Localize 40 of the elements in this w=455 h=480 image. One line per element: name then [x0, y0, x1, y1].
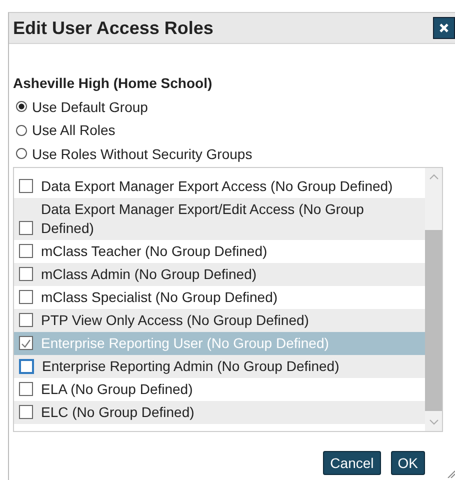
window-title: Edit User Access Roles — [13, 18, 214, 38]
radio-label[interactable]: Use Roles Without Security Groups — [32, 146, 252, 162]
radio-label[interactable]: Use Default Group — [32, 98, 148, 115]
checkbox[interactable] — [19, 267, 33, 281]
checkbox[interactable] — [19, 405, 33, 419]
role-label: mClass Specialist (No Group Defined) — [41, 288, 278, 306]
role-label: Data Export Manager Export/Edit Access (No Group Defined) — [41, 200, 365, 238]
role-label: ELA (No Group Defined) — [41, 380, 193, 398]
role-label: Enterprise Reporting User (No Group Defined) — [41, 334, 329, 352]
role-label: Enterprise Reporting Admin (No Group Defined) — [42, 356, 340, 376]
role-label: PTP View Only Access (No Group Defined) — [41, 310, 309, 330]
checkbox[interactable] — [19, 382, 33, 396]
resize-grip-icon[interactable] — [447, 470, 455, 478]
radio-button[interactable] — [16, 101, 27, 112]
scrollbar[interactable] — [425, 168, 442, 430]
checkbox[interactable] — [19, 358, 34, 374]
role-label: Data Export Manager Export Access (No Group Defined) — [41, 176, 393, 196]
radio-button[interactable] — [16, 148, 27, 160]
school-heading: Asheville High (Home School) — [13, 75, 214, 91]
checkbox[interactable] — [19, 336, 33, 350]
radio-button[interactable] — [16, 124, 27, 136]
close-icon — [439, 23, 449, 33]
role-label: ELC (No Group Defined) — [41, 402, 194, 422]
dialog-button[interactable]: Cancel — [323, 450, 381, 474]
checkbox[interactable] — [19, 220, 33, 234]
dialog-button[interactable]: OK — [390, 450, 425, 474]
checkbox[interactable] — [19, 244, 33, 258]
checkbox[interactable] — [19, 290, 33, 304]
radio-label[interactable]: Use All Roles — [32, 122, 116, 138]
close-button[interactable] — [433, 17, 455, 39]
role-row[interactable]: Data Export Manager Export/Edit Access (No Group Defined) — [14, 198, 425, 240]
role-row[interactable]: PTP View Only Access (No Group Defined) — [14, 308, 425, 332]
role-label: mClass Admin (No Group Defined) — [41, 264, 257, 284]
role-row[interactable]: mClass Admin (No Group Defined) — [14, 262, 425, 286]
role-row[interactable]: Enterprise Reporting Admin (No Group Defined) — [14, 354, 425, 378]
role-label: mClass Teacher (No Group Defined) — [41, 242, 268, 260]
checkbox[interactable] — [19, 313, 33, 327]
role-row[interactable]: ELC (No Group Defined) — [14, 400, 425, 424]
checkbox[interactable] — [19, 179, 33, 193]
scrollbar-thumb[interactable] — [425, 230, 442, 410]
